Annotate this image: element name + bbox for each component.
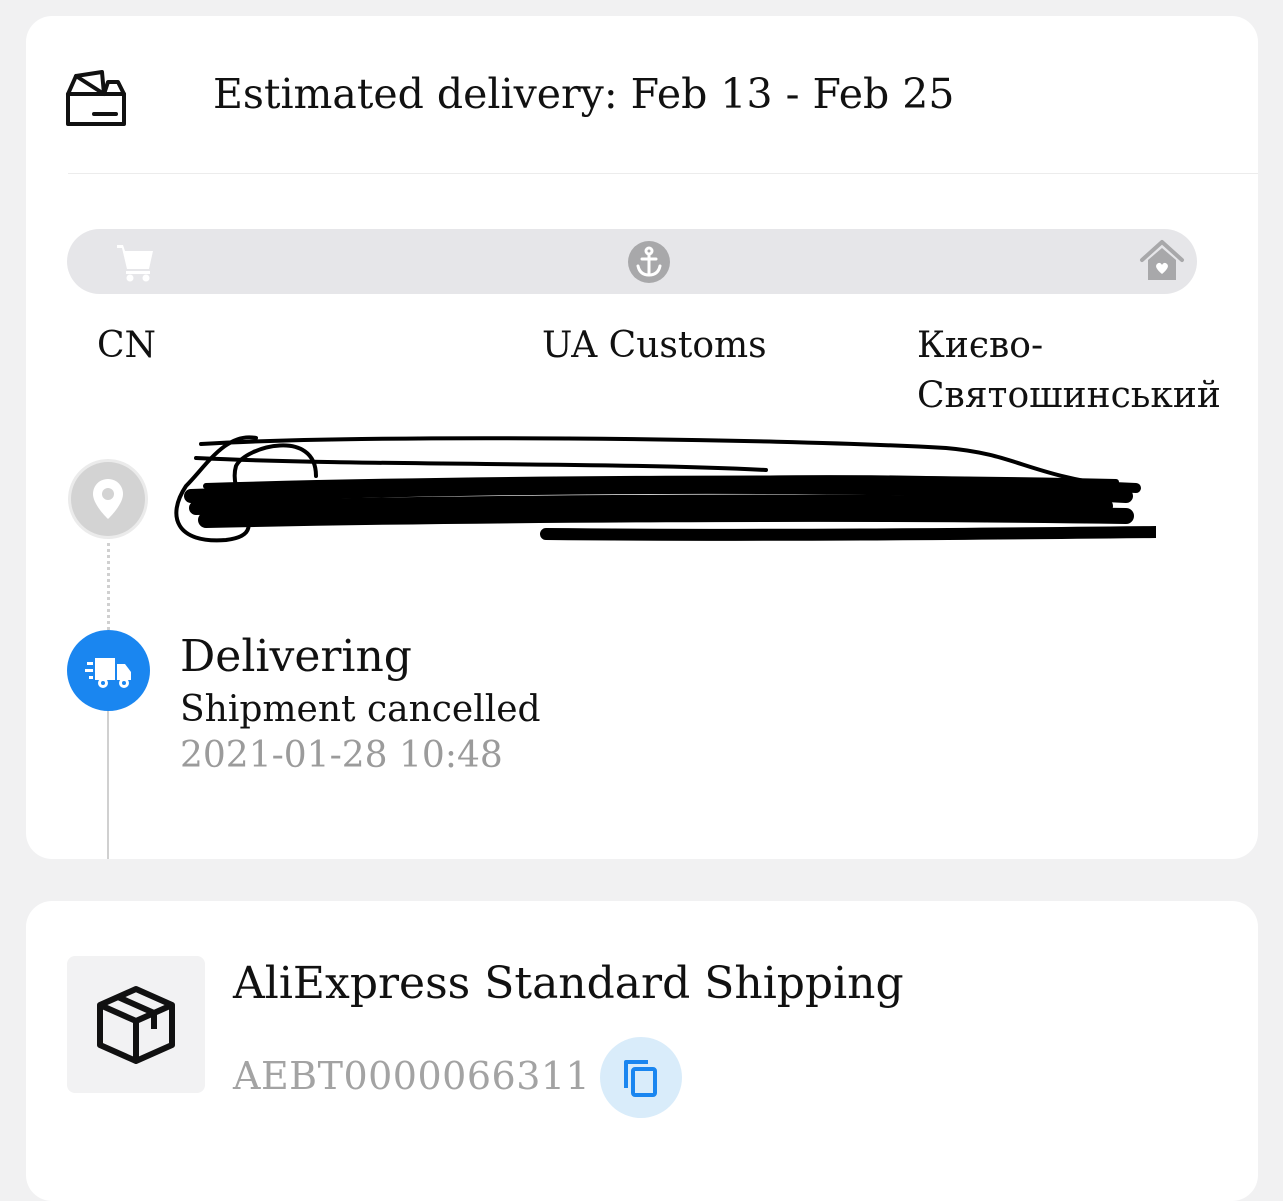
stage-label-destination-line1: Києво- <box>917 325 1044 366</box>
copy-icon <box>624 1060 657 1097</box>
delivering-status-marker <box>67 630 150 711</box>
location-marker <box>71 462 145 536</box>
stage-label-customs: UA Customs <box>542 325 767 366</box>
shipping-method-card: AliExpress Standard Shipping AEBT0000066… <box>26 901 1258 1201</box>
stage-label-origin: CN <box>97 325 157 366</box>
home-icon <box>1140 240 1184 280</box>
copy-tracking-button[interactable] <box>600 1037 682 1118</box>
estimated-delivery-text: Estimated delivery: Feb 13 - Feb 25 <box>213 70 955 118</box>
delivery-box-icon <box>66 70 126 126</box>
event-status-title: Delivering <box>180 631 412 682</box>
event-timestamp: 2021-01-28 10:48 <box>180 735 503 776</box>
event-status-detail: Shipment cancelled <box>180 689 541 730</box>
package-box-icon <box>97 986 175 1064</box>
stage-label-destination: Києво- Святошинський <box>917 321 1221 421</box>
package-thumbnail <box>67 956 205 1093</box>
anchor-icon <box>628 241 670 283</box>
delivery-status-card: Estimated delivery: Feb 13 - Feb 25 CN U… <box>26 16 1258 859</box>
cart-icon <box>117 245 153 282</box>
shipping-progress-bar <box>67 229 1197 294</box>
location-pin-icon <box>93 479 123 519</box>
stage-label-destination-line2: Святошинський <box>917 375 1221 416</box>
timeline-connector <box>107 706 109 859</box>
redacted-address-scribble <box>174 435 1156 543</box>
tracking-number: AEBT0000066311 <box>233 1054 591 1098</box>
header-divider <box>68 173 1258 174</box>
delivery-truck-icon <box>85 658 131 688</box>
shipping-method-name: AliExpress Standard Shipping <box>233 958 904 1009</box>
